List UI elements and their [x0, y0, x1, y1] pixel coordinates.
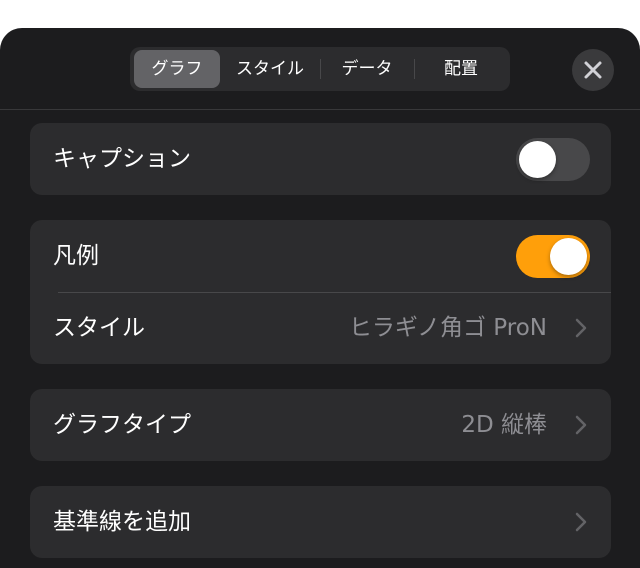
tab-divider	[414, 59, 415, 79]
xmark-icon	[584, 61, 602, 79]
style-value: ヒラギノ角ゴ ProN	[348, 315, 547, 341]
caption-group: キャプション	[30, 123, 611, 195]
style-row[interactable]: スタイル ヒラギノ角ゴ ProN	[30, 292, 611, 364]
tab-divider	[320, 59, 321, 79]
chart-type-value: 2D 縦棒	[461, 412, 547, 438]
chart-type-row[interactable]: グラフタイプ 2D 縦棒	[30, 389, 611, 461]
toggle-knob	[519, 141, 556, 178]
caption-toggle[interactable]	[516, 138, 590, 181]
chevron-right-icon	[575, 318, 587, 338]
close-button[interactable]	[572, 49, 614, 91]
chart-type-label: グラフタイプ	[53, 412, 191, 438]
format-toolbar: グラフ スタイル データ 配置	[0, 28, 640, 110]
chart-format-sheet: グラフ スタイル データ 配置 キャプション 凡例 スタイル ヒラギノ角ゴ Pr…	[0, 28, 640, 568]
chevron-right-icon	[575, 415, 587, 435]
chevron-right-icon	[575, 512, 587, 532]
toggle-knob	[550, 238, 587, 275]
tab-arrange[interactable]: 配置	[416, 50, 506, 88]
reference-line-label: 基準線を追加	[53, 509, 191, 535]
reference-line-group: 基準線を追加	[30, 486, 611, 558]
legend-toggle[interactable]	[516, 235, 590, 278]
chart-type-group: グラフタイプ 2D 縦棒	[30, 389, 611, 461]
reference-line-row[interactable]: 基準線を追加	[30, 486, 611, 558]
format-tab-control: グラフ スタイル データ 配置	[130, 47, 510, 91]
tab-data[interactable]: データ	[322, 50, 412, 88]
style-label: スタイル	[53, 315, 145, 341]
caption-label: キャプション	[53, 146, 191, 172]
tab-style[interactable]: スタイル	[222, 50, 318, 88]
legend-style-group: 凡例 スタイル ヒラギノ角ゴ ProN	[30, 220, 611, 364]
caption-row: キャプション	[30, 123, 611, 195]
legend-row: 凡例	[30, 220, 611, 292]
tab-chart[interactable]: グラフ	[134, 50, 220, 88]
legend-label: 凡例	[53, 243, 99, 269]
